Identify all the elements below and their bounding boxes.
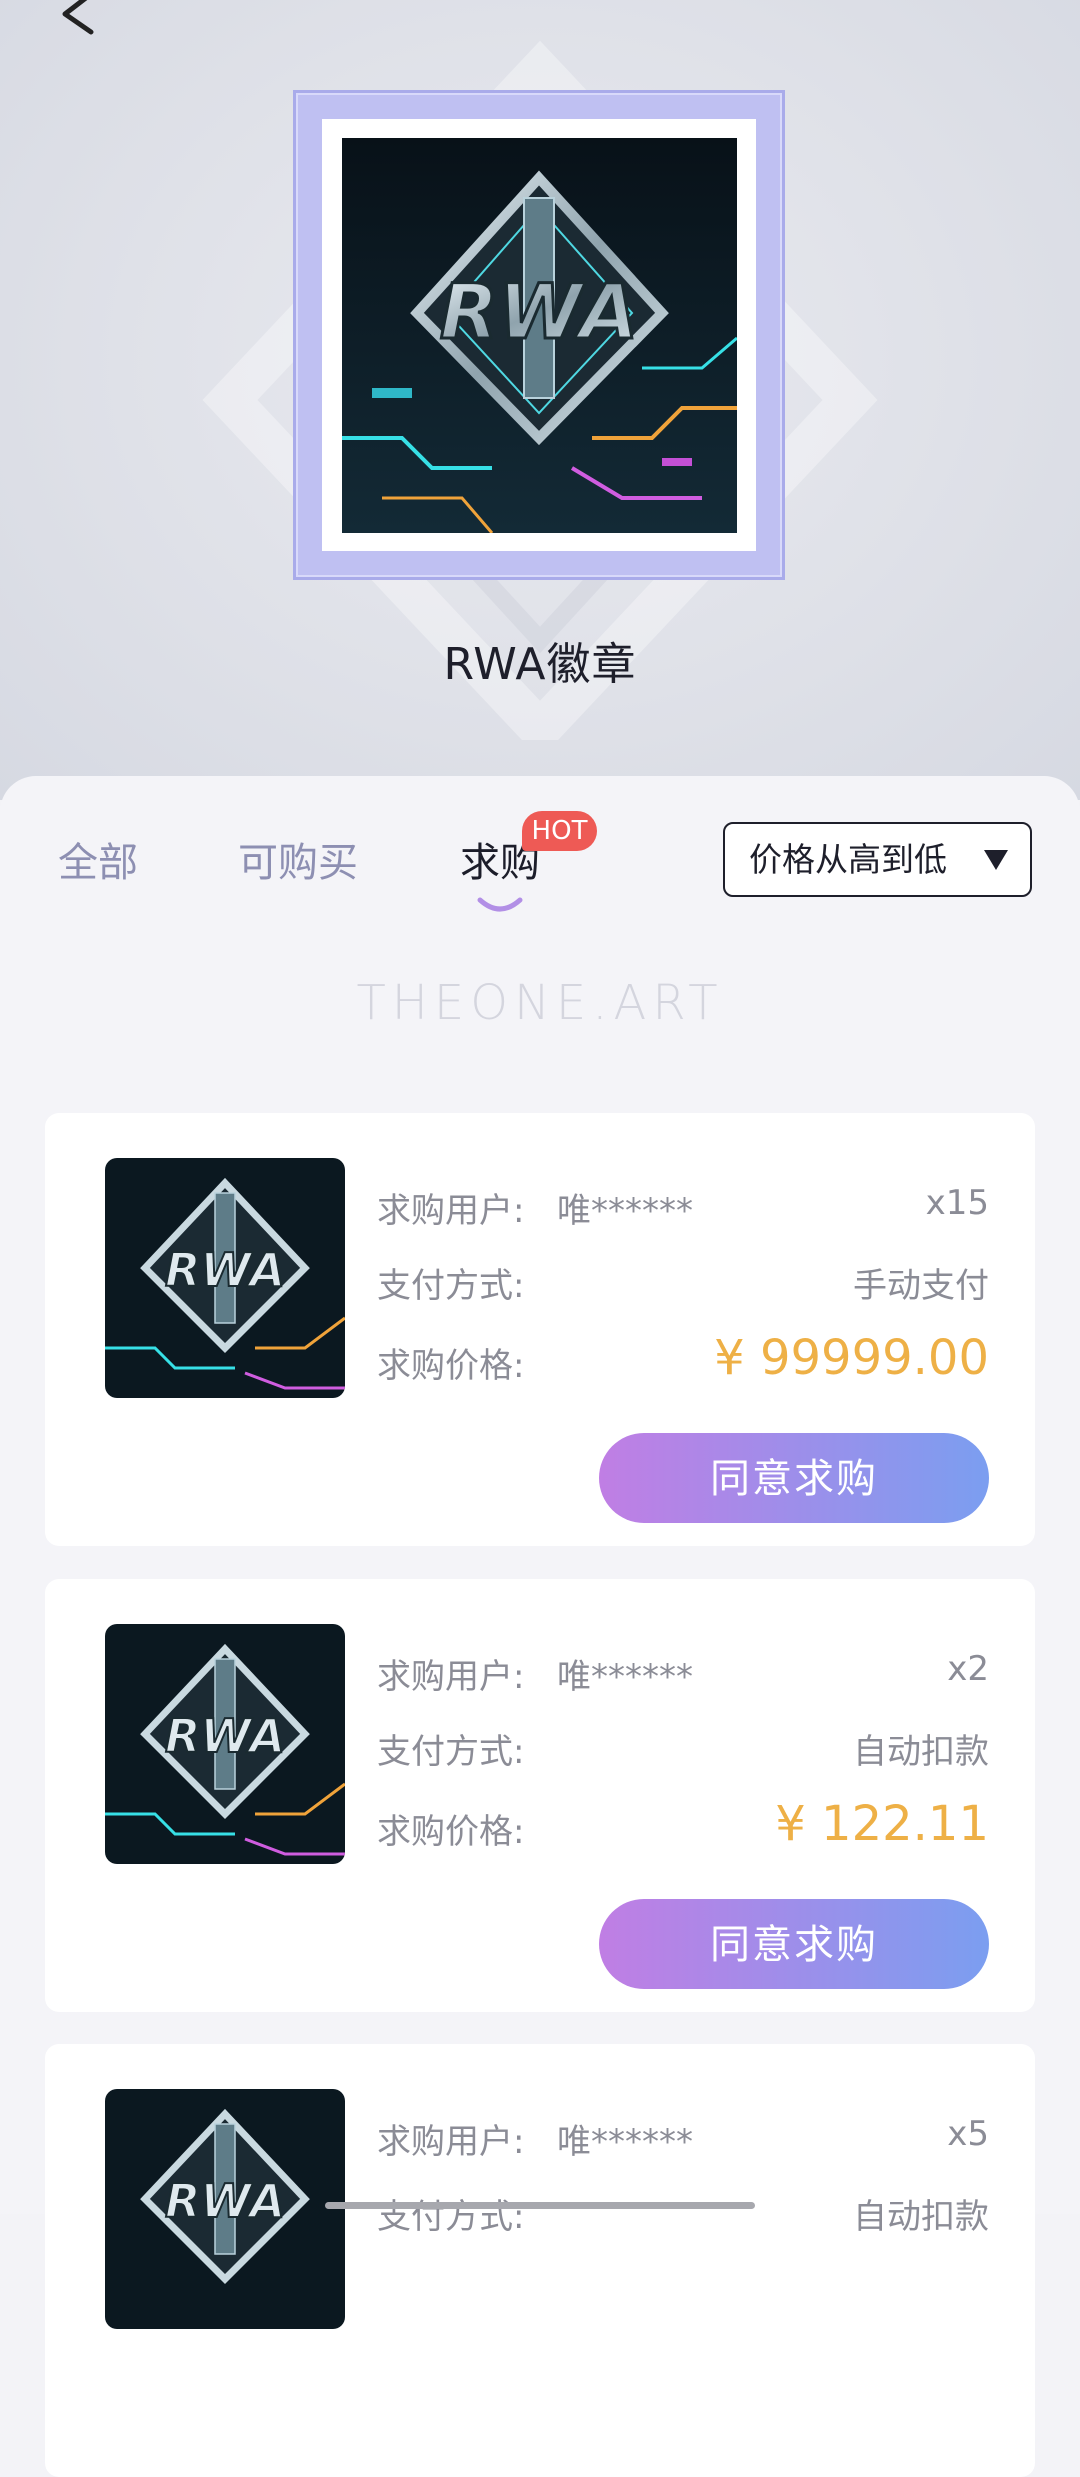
item-thumbnail: RWA (105, 1158, 345, 1398)
payment-row: 支付方式: 自动扣款 (377, 2189, 989, 2239)
svg-text:RWA: RWA (165, 2174, 285, 2228)
wanted-order-card: RWA 求购用户: 唯****** x15 支付方式: 手动支付 求购价格: ¥… (45, 1113, 1035, 1546)
payment-row: 支付方式: 自动扣款 (377, 1724, 989, 1774)
sort-dropdown[interactable]: 价格从高到低 (723, 822, 1032, 897)
price-label: 求购价格: (377, 1812, 525, 1852)
wanted-order-card: RWA 求购用户: 唯****** x2 支付方式: 自动扣款 求购价格: ¥ … (45, 1579, 1035, 2012)
agree-wanted-button[interactable]: 同意求购 (599, 1899, 989, 1989)
price-row: 求购价格: ¥ 99999.00 (377, 1330, 989, 1388)
quantity: x15 (925, 1183, 989, 1223)
svg-text:RWA: RWA (165, 1243, 285, 1297)
sort-label: 价格从高到低 (749, 840, 947, 879)
item-thumbnail: RWA (105, 2089, 345, 2329)
item-thumbnail: RWA (105, 1624, 345, 1864)
tab-all[interactable]: 全部 (58, 830, 138, 888)
payment-label: 支付方式: (377, 1732, 525, 1772)
payment-label: 支付方式: (377, 1266, 525, 1306)
buyer-row: 求购用户: 唯****** x15 (377, 1183, 989, 1233)
active-tab-indicator (477, 897, 523, 912)
payment-row: 支付方式: 手动支付 (377, 1258, 989, 1308)
svg-text:RWA: RWA (440, 267, 638, 356)
agree-wanted-button[interactable]: 同意求购 (599, 1433, 989, 1523)
quantity: x2 (947, 1649, 989, 1689)
payment-method: 自动扣款 (853, 1732, 989, 1772)
buyer-row: 求购用户: 唯****** x5 (377, 2114, 989, 2164)
svg-text:RWA: RWA (165, 1709, 285, 1763)
rwa-artwork-image[interactable]: RWA (342, 138, 737, 533)
price-label: 求购价格: (377, 1346, 525, 1386)
quantity: x5 (947, 2114, 989, 2154)
watermark: THEONE.ART (356, 975, 724, 1031)
wanted-order-card: RWA 求购用户: 唯****** x5 支付方式: 自动扣款 (45, 2044, 1035, 2477)
price-value: ¥ 122.11 (775, 1796, 989, 1852)
buyer-row: 求购用户: 唯****** x2 (377, 1649, 989, 1699)
hot-badge: HOT (522, 811, 597, 851)
price-row: 求购价格: ¥ 122.11 (377, 1796, 989, 1854)
buyer-label: 求购用户: (377, 1657, 525, 1697)
buyer-name: 唯****** (557, 2122, 693, 2162)
home-indicator (325, 2202, 755, 2209)
buyer-label: 求购用户: (377, 2122, 525, 2162)
buyer-name: 唯****** (557, 1657, 693, 1697)
page-title: RWA徽章 (443, 639, 637, 690)
caret-down-icon (984, 850, 1008, 870)
price-value: ¥ 99999.00 (714, 1330, 989, 1386)
buyer-name: 唯****** (557, 1191, 693, 1231)
tab-available[interactable]: 可购买 (238, 830, 358, 888)
buyer-label: 求购用户: (377, 1191, 525, 1231)
payment-method: 手动支付 (853, 1266, 989, 1306)
back-chevron-icon[interactable] (55, 0, 115, 40)
